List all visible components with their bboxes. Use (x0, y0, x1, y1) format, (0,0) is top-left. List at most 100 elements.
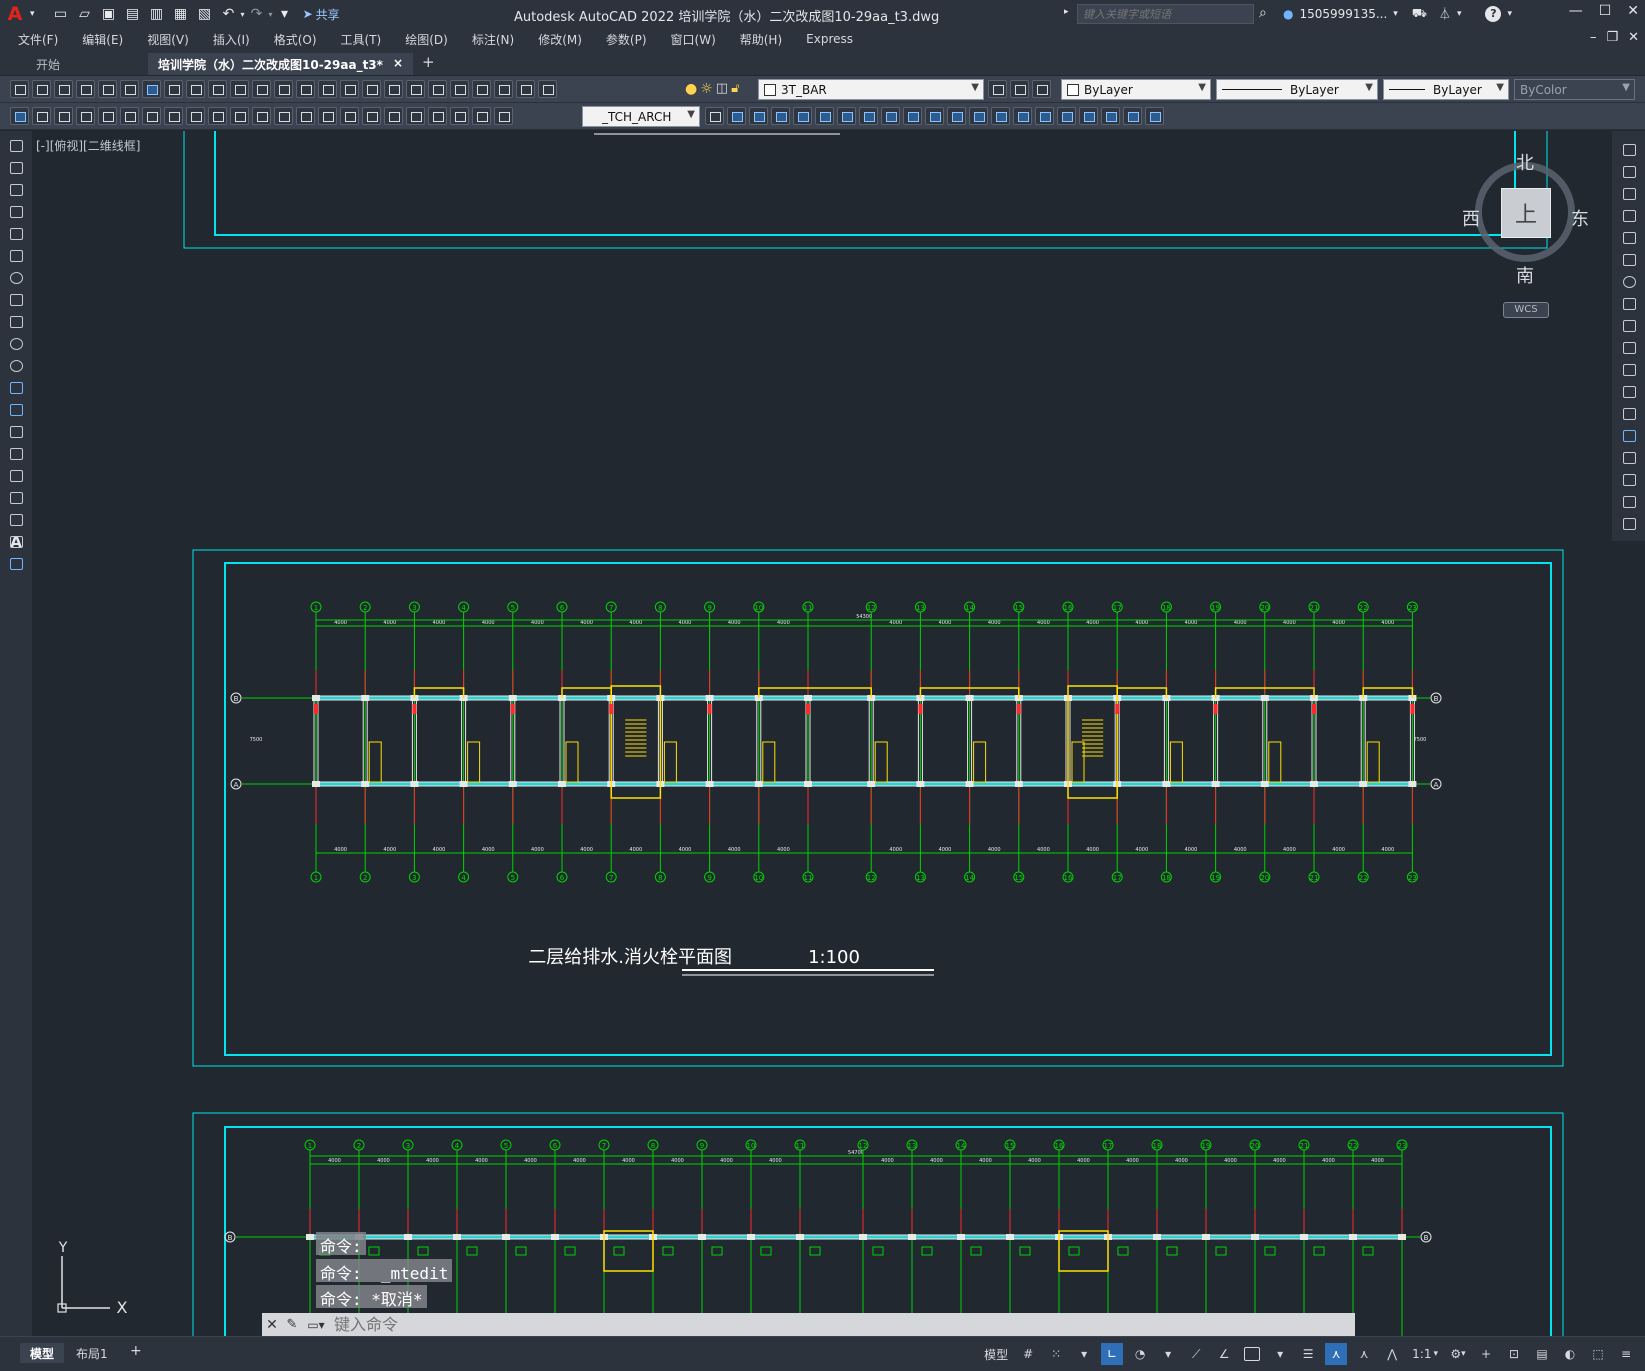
copy-object-icon[interactable] (727, 107, 746, 125)
tab-model[interactable]: 模型 (20, 1343, 65, 1363)
qnew-icon[interactable] (10, 80, 29, 98)
tolerance-icon[interactable] (362, 107, 381, 125)
trim-icon[interactable] (1619, 339, 1639, 356)
menu-dimension[interactable]: 标注(N) (472, 31, 514, 48)
user-area[interactable]: ● 1505999135... ▾ ⛟ ⏃ ▾ ? ▾ (1283, 5, 1512, 22)
menu-draw[interactable]: 绘图(D) (405, 31, 448, 48)
grid-toggle[interactable]: # (1017, 1343, 1039, 1365)
command-line-close-icon[interactable]: ✕ (262, 1317, 282, 1333)
trim-icon[interactable] (903, 107, 922, 125)
annotation-monitor-button[interactable]: + (1475, 1343, 1497, 1365)
design-center-icon[interactable] (406, 80, 425, 98)
command-line-customize-icon[interactable]: ✎ (282, 1317, 302, 1332)
center-mark-icon[interactable] (384, 107, 403, 125)
layer-match-icon[interactable] (1010, 80, 1029, 98)
app-menu-chevron-icon[interactable]: ▾ (30, 9, 35, 19)
menu-window[interactable]: 窗口(W) (671, 31, 716, 48)
viewcube-north[interactable]: 北 (1516, 149, 1534, 175)
workspace-button[interactable]: ⚙ ▾ (1447, 1343, 1469, 1365)
insert-block-icon[interactable] (6, 379, 26, 396)
mirror-icon[interactable] (1619, 185, 1639, 202)
plot-icon[interactable]: ▧ (195, 4, 215, 24)
cut-icon[interactable] (164, 80, 183, 98)
fillet-icon[interactable] (1013, 107, 1032, 125)
viewcube[interactable]: 北 南 西 东 上 (1462, 149, 1589, 287)
layer-off-icon[interactable] (54, 107, 73, 125)
stretch-icon[interactable] (881, 107, 900, 125)
osnap-toggle[interactable] (1241, 1343, 1263, 1365)
arc-length-icon[interactable] (120, 107, 139, 125)
3dprint-icon[interactable] (142, 80, 161, 98)
minimize-icon[interactable]: — (1569, 3, 1583, 19)
menu-view[interactable]: 视图(V) (147, 31, 189, 48)
viewcube-east[interactable]: 东 (1571, 205, 1589, 231)
tangent-arch-icon[interactable] (10, 107, 29, 125)
command-input[interactable] (330, 1315, 1355, 1334)
isodraft-toggle[interactable]: ⟋ (1185, 1343, 1207, 1365)
clean-screen-button[interactable]: ⬚ (1587, 1343, 1609, 1365)
hatch-icon[interactable] (6, 445, 26, 462)
polyline-icon[interactable] (6, 181, 26, 198)
explode-icon[interactable] (1035, 107, 1054, 125)
wcs-menu-button[interactable]: WCS (1503, 302, 1549, 318)
tab-active-drawing[interactable]: 培训学院（水）二次改成图10-29aa_t3* × (148, 53, 413, 75)
add-layout-button[interactable]: + (120, 1343, 152, 1363)
layer-iso-icon[interactable] (32, 107, 51, 125)
annotation-scale-combo[interactable]: 1:1 ▾ (1409, 1343, 1441, 1365)
stretch-icon[interactable] (1619, 317, 1639, 334)
properties-icon[interactable] (384, 80, 403, 98)
markup-icon[interactable] (472, 80, 491, 98)
quick-properties-button[interactable]: ▤ (1531, 1343, 1553, 1365)
polygon-icon[interactable] (6, 203, 26, 220)
doc-restore-icon[interactable]: ❐ (1606, 30, 1618, 45)
share-button[interactable]: ➤ 共享 (303, 6, 340, 23)
linetype-combo[interactable]: ByLayer ▼ (1216, 79, 1378, 100)
dim-style-icon[interactable] (705, 107, 724, 125)
spline-icon[interactable] (6, 313, 26, 330)
jogged-linear-icon[interactable] (428, 107, 447, 125)
menu-tools[interactable]: 工具(T) (341, 31, 382, 48)
help-search-input[interactable] (1077, 4, 1254, 24)
help-icon[interactable] (516, 80, 535, 98)
pan-icon[interactable] (296, 80, 315, 98)
isolate-objects-button[interactable]: ◐ (1559, 1343, 1581, 1365)
undo-icon[interactable] (252, 80, 271, 98)
break-at-point-icon[interactable] (1619, 383, 1639, 400)
plot-icon[interactable] (76, 80, 95, 98)
osnap-dropdown[interactable]: ▾ (1269, 1343, 1291, 1365)
model-space-button[interactable]: 模型 (981, 1343, 1011, 1365)
offset-icon[interactable] (771, 107, 790, 125)
ordinate-dimension-icon[interactable] (142, 107, 161, 125)
dimension-update-icon[interactable] (494, 107, 513, 125)
blend-curves-icon[interactable] (1619, 493, 1639, 510)
erase-icon[interactable] (1619, 141, 1639, 158)
edit-spline-icon[interactable] (1145, 107, 1164, 125)
dimension-edit-icon[interactable] (450, 107, 469, 125)
linear-dimension-icon[interactable] (76, 107, 95, 125)
dimension-break-icon[interactable] (340, 107, 359, 125)
layer-combo[interactable]: 3T_BAR ▼ (758, 79, 984, 100)
menu-edit[interactable]: 编辑(E) (82, 31, 123, 48)
join-icon[interactable] (969, 107, 988, 125)
dimension-space-icon[interactable] (318, 107, 337, 125)
save-icon[interactable]: ▣ (99, 4, 119, 24)
otrack-toggle[interactable]: ∠ (1213, 1343, 1235, 1365)
auto-scale-toggle[interactable]: ⋏ (1353, 1343, 1375, 1365)
color-combo[interactable]: ByLayer ▼ (1061, 79, 1211, 100)
region-icon[interactable] (6, 489, 26, 506)
menu-file[interactable]: 文件(F) (18, 31, 58, 48)
rotate-icon[interactable] (1619, 273, 1639, 290)
break-icon[interactable] (1619, 405, 1639, 422)
angular-dimension-icon[interactable] (230, 107, 249, 125)
help-icon[interactable]: ? (1485, 5, 1502, 22)
viewcube-south[interactable]: 南 (1516, 262, 1534, 288)
menu-format[interactable]: 格式(O) (274, 31, 317, 48)
autodesk-account-icon[interactable]: ⏃ (1439, 5, 1451, 22)
doc-close-icon[interactable]: ✕ (1628, 30, 1639, 45)
new-file-icon[interactable]: ▭ (51, 4, 71, 24)
menu-express[interactable]: Express (806, 32, 853, 46)
layer-previous-icon[interactable] (1032, 80, 1051, 98)
inspection-icon[interactable] (406, 107, 425, 125)
chamfer-icon[interactable] (1619, 449, 1639, 466)
layer-properties-icon[interactable] (538, 80, 557, 98)
